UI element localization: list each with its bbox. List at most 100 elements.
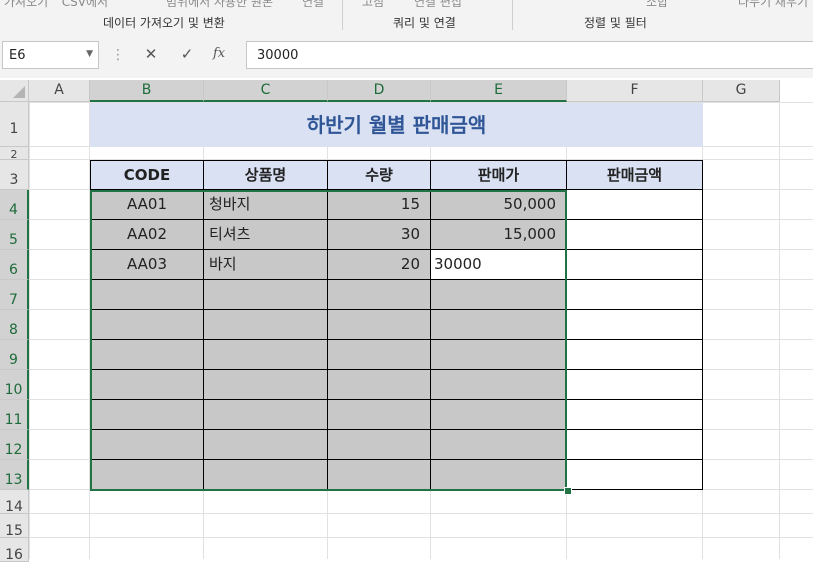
column-header-a[interactable]: A bbox=[29, 80, 90, 102]
ribbon: 가져오기 ˅ CSV에서 범위에서 사용한 원본 연결 고침 ˅ 연결 편집 소… bbox=[0, 0, 813, 35]
column-header-e[interactable]: E bbox=[431, 80, 567, 102]
table-cell[interactable] bbox=[90, 280, 204, 310]
table-cell[interactable] bbox=[431, 370, 567, 400]
table-cell[interactable] bbox=[567, 220, 703, 250]
table-cell[interactable]: 50,000 bbox=[431, 190, 567, 220]
row-header-7[interactable]: 7 bbox=[0, 280, 29, 310]
table-cell[interactable] bbox=[431, 340, 567, 370]
table-cell[interactable] bbox=[328, 280, 431, 310]
table-cell[interactable] bbox=[431, 460, 567, 490]
table-cell[interactable] bbox=[90, 370, 204, 400]
table-cell[interactable] bbox=[567, 430, 703, 460]
table-cell[interactable] bbox=[204, 340, 328, 370]
table-cell[interactable]: 15,000 bbox=[431, 220, 567, 250]
formula-input[interactable]: 30000 bbox=[246, 41, 813, 69]
table-cell[interactable] bbox=[90, 340, 204, 370]
table-cell[interactable] bbox=[567, 370, 703, 400]
select-all-corner[interactable] bbox=[0, 80, 29, 102]
row-header-10[interactable]: 10 bbox=[0, 370, 29, 400]
table-cell[interactable] bbox=[567, 400, 703, 430]
table-cell[interactable]: 청바지 bbox=[204, 190, 328, 220]
row-header-6[interactable]: 6 bbox=[0, 250, 29, 280]
ribbon-item-text-to-columns[interactable]: 나누기 채우기 bbox=[738, 0, 808, 10]
table-cell[interactable] bbox=[328, 430, 431, 460]
table-cell[interactable] bbox=[328, 340, 431, 370]
table-cell[interactable] bbox=[567, 460, 703, 490]
table-cell[interactable]: 15 bbox=[328, 190, 431, 220]
table-cell[interactable]: 20 bbox=[328, 250, 431, 280]
chevron-down-icon[interactable]: ▼ bbox=[86, 49, 93, 59]
row-header-8[interactable]: 8 bbox=[0, 310, 29, 340]
column-header-d[interactable]: D bbox=[328, 80, 431, 102]
table-cell[interactable] bbox=[90, 430, 204, 460]
table-cell[interactable] bbox=[204, 400, 328, 430]
cancel-icon[interactable]: ✕ bbox=[138, 45, 164, 65]
table-cell[interactable] bbox=[328, 370, 431, 400]
ribbon-item-get-data[interactable]: 가져오기 ˅ CSV에서 bbox=[4, 0, 108, 10]
table-cell[interactable] bbox=[204, 280, 328, 310]
row-header-2[interactable]: 2 bbox=[0, 147, 29, 161]
row-header-4[interactable]: 4 bbox=[0, 190, 29, 220]
table-header-4[interactable]: 판매가 bbox=[431, 160, 567, 190]
row-header-11[interactable]: 11 bbox=[0, 400, 29, 430]
formula-input-value: 30000 bbox=[257, 48, 299, 63]
insert-function-icon[interactable]: fx bbox=[213, 46, 225, 61]
ribbon-item-from-range[interactable]: 범위에서 사용한 원본 bbox=[166, 0, 273, 10]
column-header-f[interactable]: F bbox=[567, 80, 703, 102]
column-header-g[interactable]: G bbox=[703, 80, 780, 102]
row-header-14[interactable]: 14 bbox=[0, 490, 29, 515]
table-cell[interactable] bbox=[431, 280, 567, 310]
row-header-1[interactable]: 1 bbox=[0, 102, 29, 147]
ribbon-item-connections[interactable]: 연결 bbox=[302, 0, 324, 10]
table-cell[interactable] bbox=[328, 400, 431, 430]
table-cell[interactable] bbox=[567, 190, 703, 220]
name-box[interactable]: E6 ▼ bbox=[2, 41, 99, 69]
column-header-b[interactable]: B bbox=[90, 80, 204, 102]
table-cell[interactable]: AA03 bbox=[90, 250, 204, 280]
table-cell[interactable] bbox=[431, 310, 567, 340]
ribbon-item-refresh[interactable]: 고침 ˅ bbox=[362, 0, 394, 10]
table-cell[interactable] bbox=[567, 280, 703, 310]
fill-handle[interactable] bbox=[564, 487, 572, 495]
table-cell[interactable] bbox=[567, 340, 703, 370]
group-label-get-transform: 데이터 가져오기 및 변환 bbox=[103, 16, 225, 30]
row-header-13[interactable]: 13 bbox=[0, 460, 29, 490]
table-cell[interactable]: 30 bbox=[328, 220, 431, 250]
group-separator bbox=[342, 0, 343, 30]
row-header-16[interactable]: 16 bbox=[0, 538, 29, 563]
table-header-3[interactable]: 수량 bbox=[328, 160, 431, 190]
enter-icon[interactable]: ✓ bbox=[174, 45, 200, 65]
table-cell[interactable]: 티셔츠 bbox=[204, 220, 328, 250]
table-cell[interactable] bbox=[567, 310, 703, 340]
table-cell[interactable] bbox=[204, 460, 328, 490]
table-cell[interactable] bbox=[431, 430, 567, 460]
table-cell[interactable] bbox=[90, 310, 204, 340]
table-cell[interactable] bbox=[204, 430, 328, 460]
table-cell[interactable]: 바지 bbox=[204, 250, 328, 280]
table-cell[interactable] bbox=[328, 310, 431, 340]
drag-handle-icon[interactable]: ⋮ bbox=[111, 47, 125, 63]
table-cell[interactable] bbox=[567, 250, 703, 280]
table-cell[interactable]: AA02 bbox=[90, 220, 204, 250]
row-header-12[interactable]: 12 bbox=[0, 430, 29, 460]
column-header-c[interactable]: C bbox=[204, 80, 328, 102]
table-cell[interactable] bbox=[431, 400, 567, 430]
table-cell[interactable] bbox=[90, 400, 204, 430]
table-header-1[interactable]: CODE bbox=[90, 160, 204, 190]
table-cell[interactable] bbox=[90, 460, 204, 490]
table-header-5[interactable]: 판매금액 bbox=[567, 160, 703, 190]
name-box-value: E6 bbox=[9, 48, 26, 63]
ribbon-item-edit-links[interactable]: 연결 편집 bbox=[414, 0, 462, 10]
table-cell[interactable]: AA01 bbox=[90, 190, 204, 220]
row-header-5[interactable]: 5 bbox=[0, 220, 29, 250]
ribbon-item-advanced[interactable]: 소합 bbox=[646, 0, 668, 10]
active-cell-e6[interactable]: 30000 bbox=[431, 250, 567, 280]
table-cell[interactable] bbox=[204, 370, 328, 400]
table-header-2[interactable]: 상품명 bbox=[204, 160, 328, 190]
row-header-9[interactable]: 9 bbox=[0, 340, 29, 370]
row-header-15[interactable]: 15 bbox=[0, 514, 29, 539]
table-cell[interactable] bbox=[328, 460, 431, 490]
row-header-3[interactable]: 3 bbox=[0, 160, 29, 190]
table-cell[interactable] bbox=[204, 310, 328, 340]
sheet-title[interactable]: 하반기 월별 판매금액 bbox=[90, 103, 703, 147]
